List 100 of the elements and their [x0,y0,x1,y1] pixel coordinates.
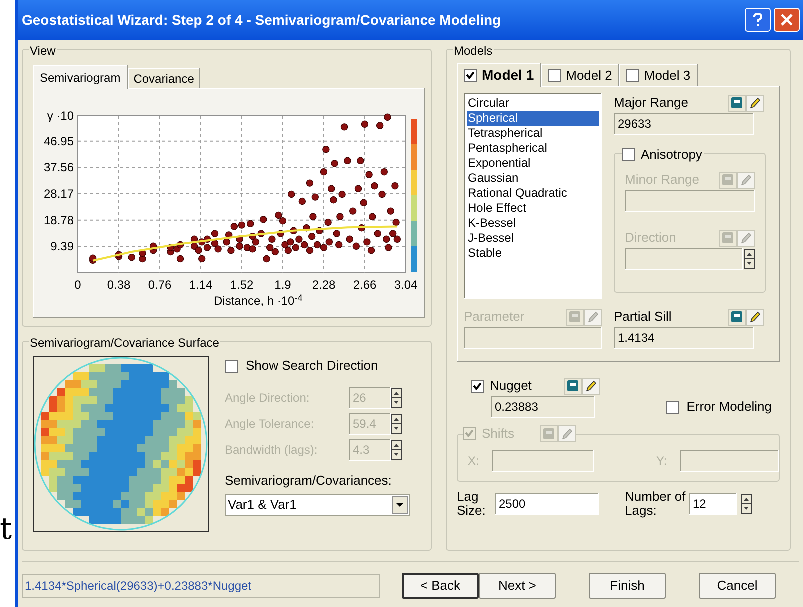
data-point [354,185,362,192]
x-tick-label: 3.04 [394,278,418,292]
y-axis-label: γ ·10 [47,109,74,123]
pencil-icon [587,311,599,323]
checkbox[interactable] [225,360,238,372]
checkbox-label: Show Search Direction [246,357,378,376]
spinner-icon [741,494,752,514]
data-point [361,120,369,128]
calculator-icon [731,311,743,323]
field-label: Bandwidth (lags): [225,442,319,459]
data-point [331,160,338,168]
input-field[interactable]: 2500 [495,493,599,515]
list-item[interactable]: Pentaspherical [467,141,599,156]
calculator-button[interactable] [564,378,582,394]
calculator-icon [722,232,734,244]
input-field[interactable]: 29633 [614,113,754,135]
dialog-button[interactable]: Finish [589,572,666,598]
pencil-button[interactable] [746,308,764,326]
x-tick-label: 1.52 [230,278,254,292]
list-item[interactable]: K-Bessel [467,216,599,231]
spinner-icon [391,440,402,460]
data-point [357,157,364,164]
list-item[interactable]: Exponential [467,156,599,171]
list-item[interactable]: Tetraspherical [467,126,599,141]
data-point [260,216,268,224]
list-item[interactable]: J-Bessel [467,231,599,246]
pencil-button[interactable] [746,94,764,112]
checkbox[interactable] [464,69,477,82]
y-tick-label: 18.78 [44,213,74,228]
data-point [340,124,348,131]
input-field[interactable] [625,248,743,270]
checkbox[interactable] [471,380,484,392]
tab[interactable]: Model 3 [619,64,698,86]
pencil-icon [749,97,761,109]
y-tick-label: 28.17 [44,187,74,202]
help-icon [753,13,763,27]
tab[interactable]: Model 2 [541,64,620,86]
y-tick-label: 9.39 [50,240,74,254]
field-label: Parameter [464,308,525,326]
list-item[interactable]: Circular [467,96,599,111]
checkbox-label: Nugget [490,377,533,396]
data-point [310,213,317,220]
close-icon [781,14,793,26]
window-title: Geostatistical Wizard: Step 2 of 4 - Semivariogram/Covariance Modeling [22,10,502,30]
input-field[interactable] [492,450,594,472]
field-label: Partial Sill [614,308,672,326]
input-field[interactable]: 12 [689,493,737,515]
list-item[interactable]: Hole Effect [467,201,599,216]
tab[interactable]: Model 1 [457,63,542,87]
input-field[interactable] [464,327,602,349]
checkbox[interactable] [622,148,635,162]
data-point [328,185,336,192]
input-field[interactable] [625,190,755,212]
tab[interactable]: Covariance [128,68,200,88]
data-point [320,168,328,176]
calculator-button[interactable] [728,94,746,112]
data-point [392,218,400,226]
input-field[interactable] [680,450,780,472]
spinner-icon [391,414,402,434]
list-item[interactable]: Rational Quadratic [467,186,599,201]
list-item[interactable]: Stable [467,246,599,261]
data-point [350,208,357,215]
field-label: X: [468,453,480,470]
dropdown[interactable]: Var1 & Var1 [225,494,410,516]
field-label: Major Range [614,94,688,112]
input-field[interactable]: 0.23883 [491,396,595,418]
list-item[interactable]: Gaussian [467,171,599,186]
y-tick-label: 37.56 [44,160,74,175]
list-item[interactable]: Spherical [467,111,599,126]
close-button[interactable] [774,8,800,32]
data-point [322,146,330,154]
dropdown-label: Semivariogram/Covariances: [225,472,393,490]
checkbox[interactable] [626,69,640,82]
field-label: Angle Direction: [225,390,311,407]
data-point [360,199,368,206]
dialog-button[interactable]: < Back [402,572,479,598]
x-tick-label: 0.76 [148,278,172,292]
calculator-icon [567,380,579,392]
input-field[interactable]: 1.4134 [614,327,754,349]
field-label: Direction [625,229,676,248]
checkbox[interactable] [666,400,679,414]
pencil-icon [585,380,597,392]
data-point [306,180,314,187]
help-button[interactable] [745,8,771,32]
dialog-button[interactable]: Cancel [699,572,776,598]
field-label: Y: [656,453,668,470]
spinner-icon [744,249,755,269]
tab[interactable]: Semivariogram [33,65,128,89]
checkbox[interactable] [548,69,562,82]
data-point [298,198,306,206]
x-tick-label: 1.14 [189,278,213,292]
data-point [288,190,296,198]
pencil-button[interactable] [582,378,600,394]
calculator-icon [731,97,743,109]
formula-field: 1.4134*Spherical(29633)+0.23883*Nugget [22,574,380,598]
x-tick-label: 2.66 [353,278,377,292]
data-point [392,182,399,190]
dialog-button[interactable]: Next > [479,572,556,598]
calculator-button[interactable] [728,308,746,326]
y-tick-label: 46.95 [44,134,74,148]
